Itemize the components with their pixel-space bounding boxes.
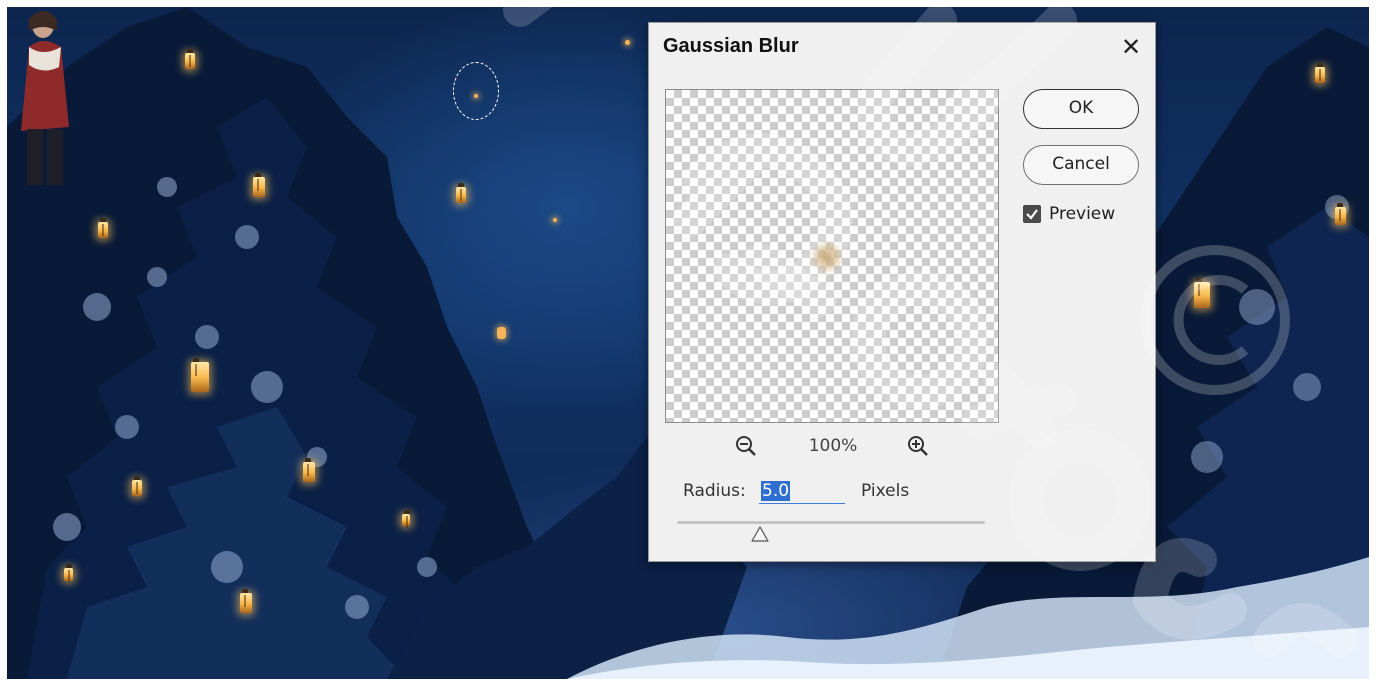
glow-dot [625,40,630,45]
zoom-level: 100% [808,436,858,456]
glow-dot [553,218,557,222]
lantern-light [456,183,466,203]
person-figure [21,11,69,185]
lantern-light [303,458,315,482]
preview-label: Preview [1049,204,1116,224]
radius-slider-track[interactable] [677,521,985,524]
gaussian-blur-dialog: Gaussian Blur ✕ 100% Radius: 5.0 Pixels … [648,22,1156,562]
blurred-preview-spot [810,240,844,274]
elliptical-selection-marquee[interactable] [453,62,499,120]
ok-button[interactable]: OK [1023,89,1139,129]
lantern-light [1194,278,1210,308]
radius-slider-thumb[interactable] [751,526,769,542]
radius-units-label: Pixels [861,481,910,501]
lantern-light [253,173,265,197]
lantern-light [1335,203,1346,225]
lantern-light [191,358,209,392]
zoom-out-icon[interactable] [733,433,759,459]
close-icon[interactable]: ✕ [1117,33,1145,61]
dialog-title: Gaussian Blur [663,35,799,57]
filter-preview-pane[interactable] [665,89,999,423]
lantern-light [98,218,108,238]
glow-dot [497,327,506,339]
preview-checkbox[interactable] [1023,205,1041,223]
cancel-button[interactable]: Cancel [1023,145,1139,185]
lantern-light [64,564,73,582]
radius-label: Radius: [683,481,746,501]
lantern-light [402,510,410,528]
lantern-light [185,49,195,69]
zoom-in-icon[interactable] [905,433,931,459]
lantern-light [132,476,142,496]
lantern-light [1315,63,1325,83]
lantern-light [240,589,252,613]
radius-input[interactable] [759,478,845,504]
